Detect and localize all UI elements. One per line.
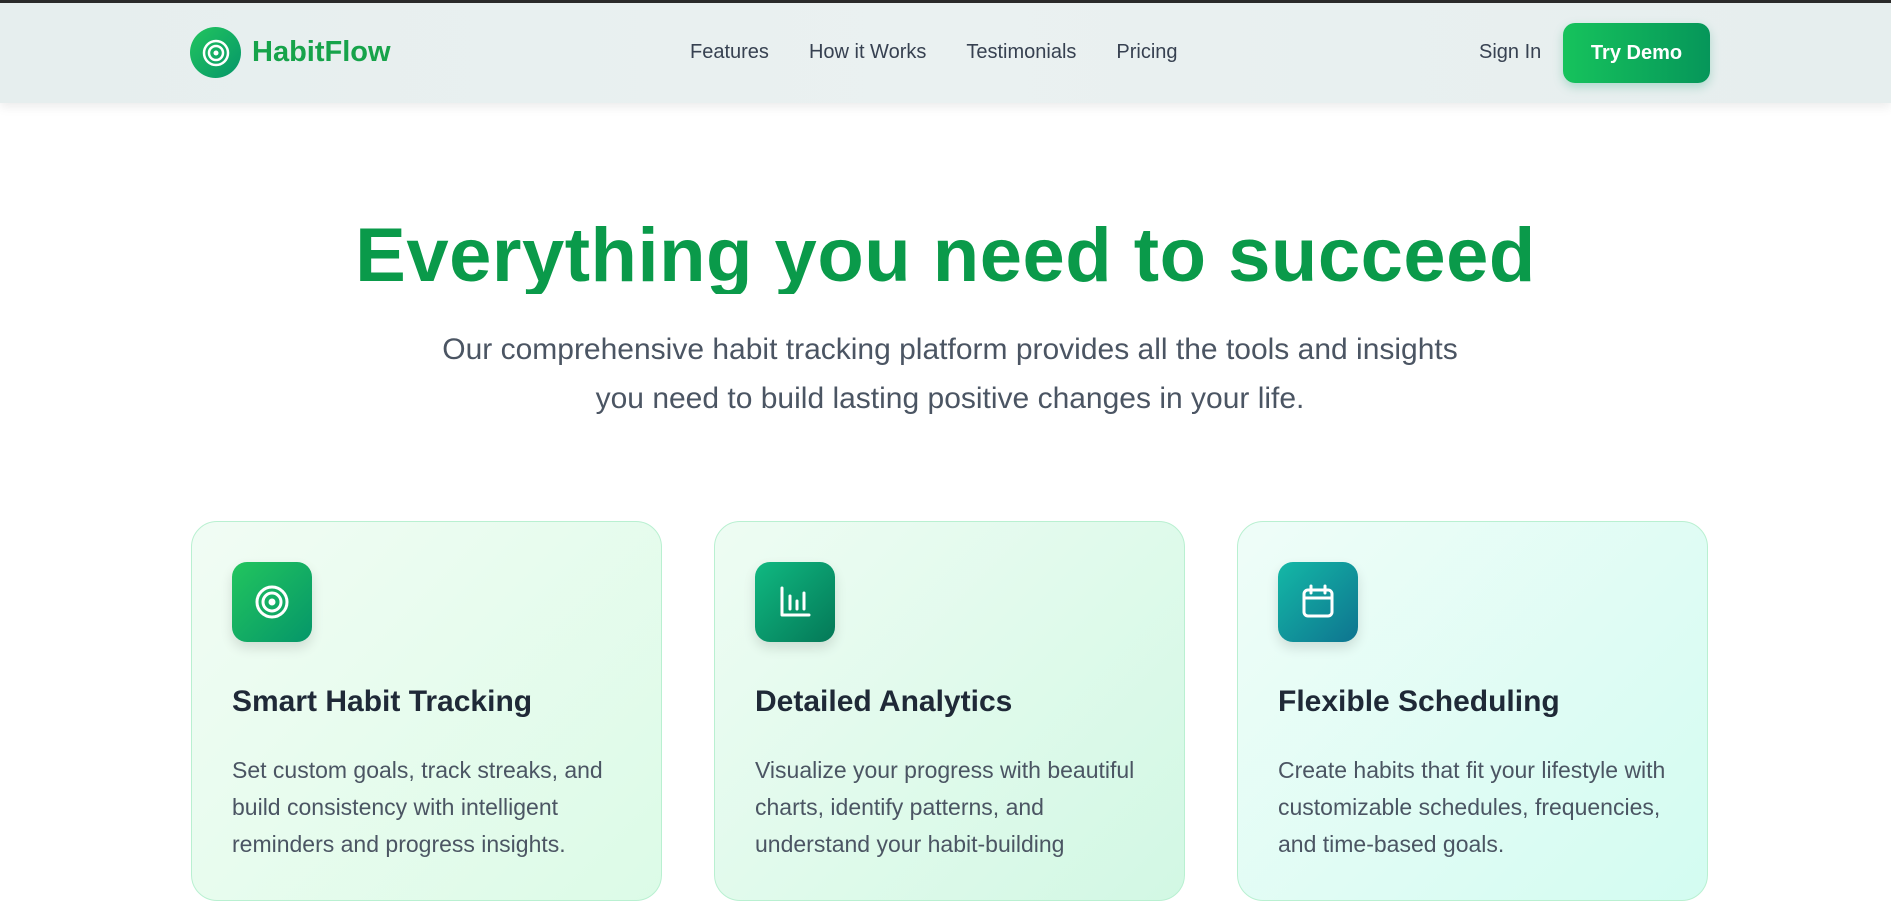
feature-title: Smart Habit Tracking xyxy=(232,685,533,718)
feature-card-scheduling: Flexible Scheduling Create habits that f… xyxy=(1237,521,1708,901)
feature-description: Create habits that fit your lifestyle wi… xyxy=(1278,757,1666,857)
feature-title: Flexible Scheduling xyxy=(1278,685,1560,718)
brand-name: HabitFlow xyxy=(252,36,391,68)
feature-card-smart-tracking: Smart Habit Tracking Set custom goals, t… xyxy=(191,521,662,901)
target-icon xyxy=(232,562,312,642)
navbar: HabitFlow Features How it Works Testimon… xyxy=(0,3,1891,103)
hero-subtitle: Our comprehensive habit tracking platfor… xyxy=(442,333,1458,415)
feature-title: Detailed Analytics xyxy=(755,685,1013,718)
bar-chart-icon xyxy=(755,562,835,642)
nav-link-how-it-works[interactable]: How it Works xyxy=(809,41,926,64)
nav-link-pricing[interactable]: Pricing xyxy=(1116,41,1177,64)
feature-description: Visualize your progress with beautiful c… xyxy=(755,757,1135,857)
nav-link-features[interactable]: Features xyxy=(690,41,769,64)
nav-link-testimonials[interactable]: Testimonials xyxy=(966,41,1076,64)
feature-card-analytics: Detailed Analytics Visualize your progre… xyxy=(714,521,1185,901)
calendar-icon xyxy=(1278,562,1358,642)
brand-logo[interactable]: HabitFlow xyxy=(190,27,391,78)
main-nav: Features How it Works Testimonials Prici… xyxy=(690,41,1218,64)
feature-description: Set custom goals, track streaks, and bui… xyxy=(232,757,603,857)
try-demo-button[interactable]: Try Demo xyxy=(1563,23,1710,83)
hero-title: Everything you need to succeed xyxy=(355,213,1536,294)
target-icon xyxy=(190,27,241,78)
sign-in-link[interactable]: Sign In xyxy=(1479,41,1541,64)
